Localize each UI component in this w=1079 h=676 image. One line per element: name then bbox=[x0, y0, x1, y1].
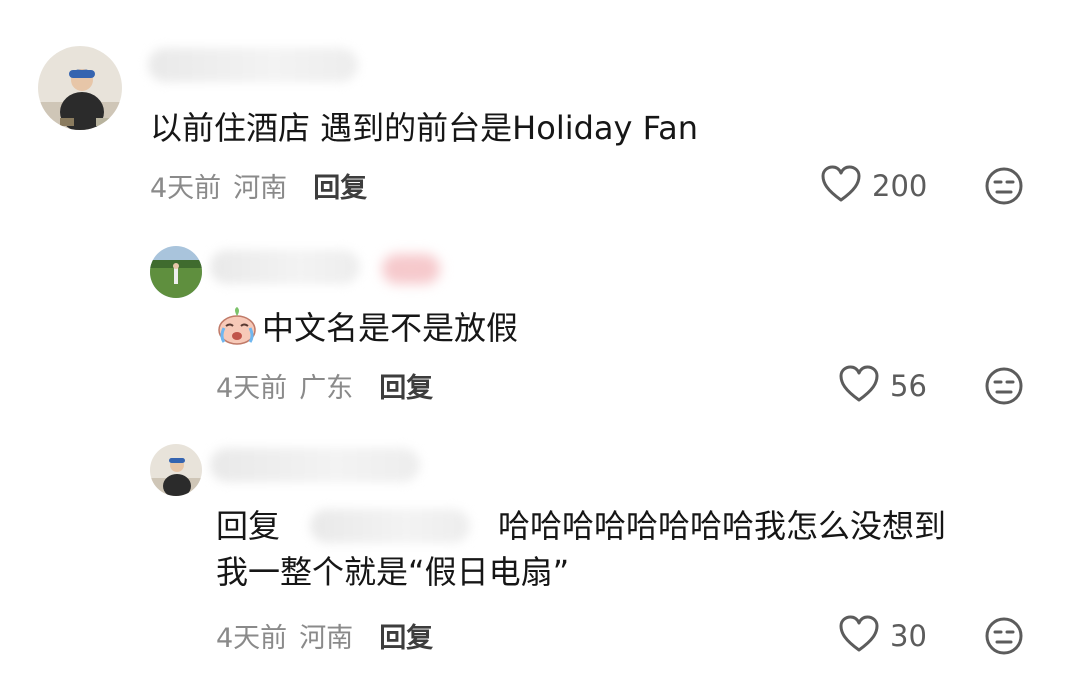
comment-time: 4天前 bbox=[216, 373, 288, 404]
username-blurred[interactable] bbox=[210, 250, 360, 284]
like-count: 200 bbox=[872, 169, 928, 203]
comment-location: 河南 bbox=[299, 623, 354, 654]
mentioned-user-blurred[interactable] bbox=[310, 509, 471, 543]
comment-location: 河南 bbox=[233, 173, 288, 204]
user-avatar[interactable] bbox=[150, 246, 202, 298]
like-button[interactable]: 56 bbox=[838, 364, 927, 408]
user-avatar[interactable] bbox=[38, 46, 122, 130]
heart-outline-icon bbox=[838, 364, 880, 408]
comment-meta: 4天前 河南 回复 bbox=[150, 166, 367, 205]
comment-meta: 4天前 河南 回复 bbox=[216, 616, 433, 655]
like-button[interactable]: 200 bbox=[820, 164, 927, 208]
reply-button[interactable]: 回复 bbox=[379, 616, 433, 655]
comment-body: 回复 哈哈哈哈哈哈哈哈我怎么没想到 我一整个就是“假日电扇” bbox=[216, 506, 946, 592]
comment-text-line1: 哈哈哈哈哈哈哈哈我怎么没想到 bbox=[498, 507, 947, 545]
comment-time: 4天前 bbox=[216, 623, 288, 654]
reply-prefix: 回复 bbox=[216, 507, 281, 545]
comment-body: 中文名是不是放假 bbox=[216, 306, 518, 350]
reply-button[interactable]: 回复 bbox=[379, 366, 433, 405]
comment-text-line2: 我一整个就是“假日电扇” bbox=[216, 553, 570, 591]
comment-meta: 4天前 广东 回复 bbox=[216, 366, 433, 405]
like-count: 56 bbox=[890, 369, 927, 403]
dislike-button[interactable] bbox=[984, 366, 1024, 410]
author-badge-blurred bbox=[382, 254, 440, 284]
comment-location: 广东 bbox=[299, 373, 354, 404]
username-blurred[interactable] bbox=[148, 48, 358, 82]
meh-face-icon bbox=[984, 167, 1024, 210]
comment-2: 中文名是不是放假 4天前 广东 回复 56 bbox=[0, 230, 1079, 420]
meh-face-icon bbox=[984, 367, 1024, 410]
like-count: 30 bbox=[890, 619, 927, 653]
comment-time: 4天前 bbox=[150, 173, 222, 204]
reply-button[interactable]: 回复 bbox=[313, 166, 367, 205]
comment-text: 以前住酒店 遇到的前台是Holiday Fan bbox=[150, 109, 698, 147]
heart-outline-icon bbox=[820, 164, 862, 208]
dislike-button[interactable] bbox=[984, 166, 1024, 210]
dislike-button[interactable] bbox=[984, 616, 1024, 660]
username-blurred[interactable] bbox=[210, 448, 420, 482]
meh-face-icon bbox=[984, 617, 1024, 660]
comment-1: 以前住酒店 遇到的前台是Holiday Fan 4天前 河南 回复 200 bbox=[0, 0, 1079, 220]
comment-3: 回复 哈哈哈哈哈哈哈哈我怎么没想到 我一整个就是“假日电扇” 4天前 河南 回复… bbox=[0, 430, 1079, 676]
heart-outline-icon bbox=[838, 614, 880, 658]
user-avatar[interactable] bbox=[150, 444, 202, 496]
comment-text: 中文名是不是放假 bbox=[262, 309, 519, 347]
like-button[interactable]: 30 bbox=[838, 614, 927, 658]
crying-baby-emoji bbox=[216, 306, 258, 350]
